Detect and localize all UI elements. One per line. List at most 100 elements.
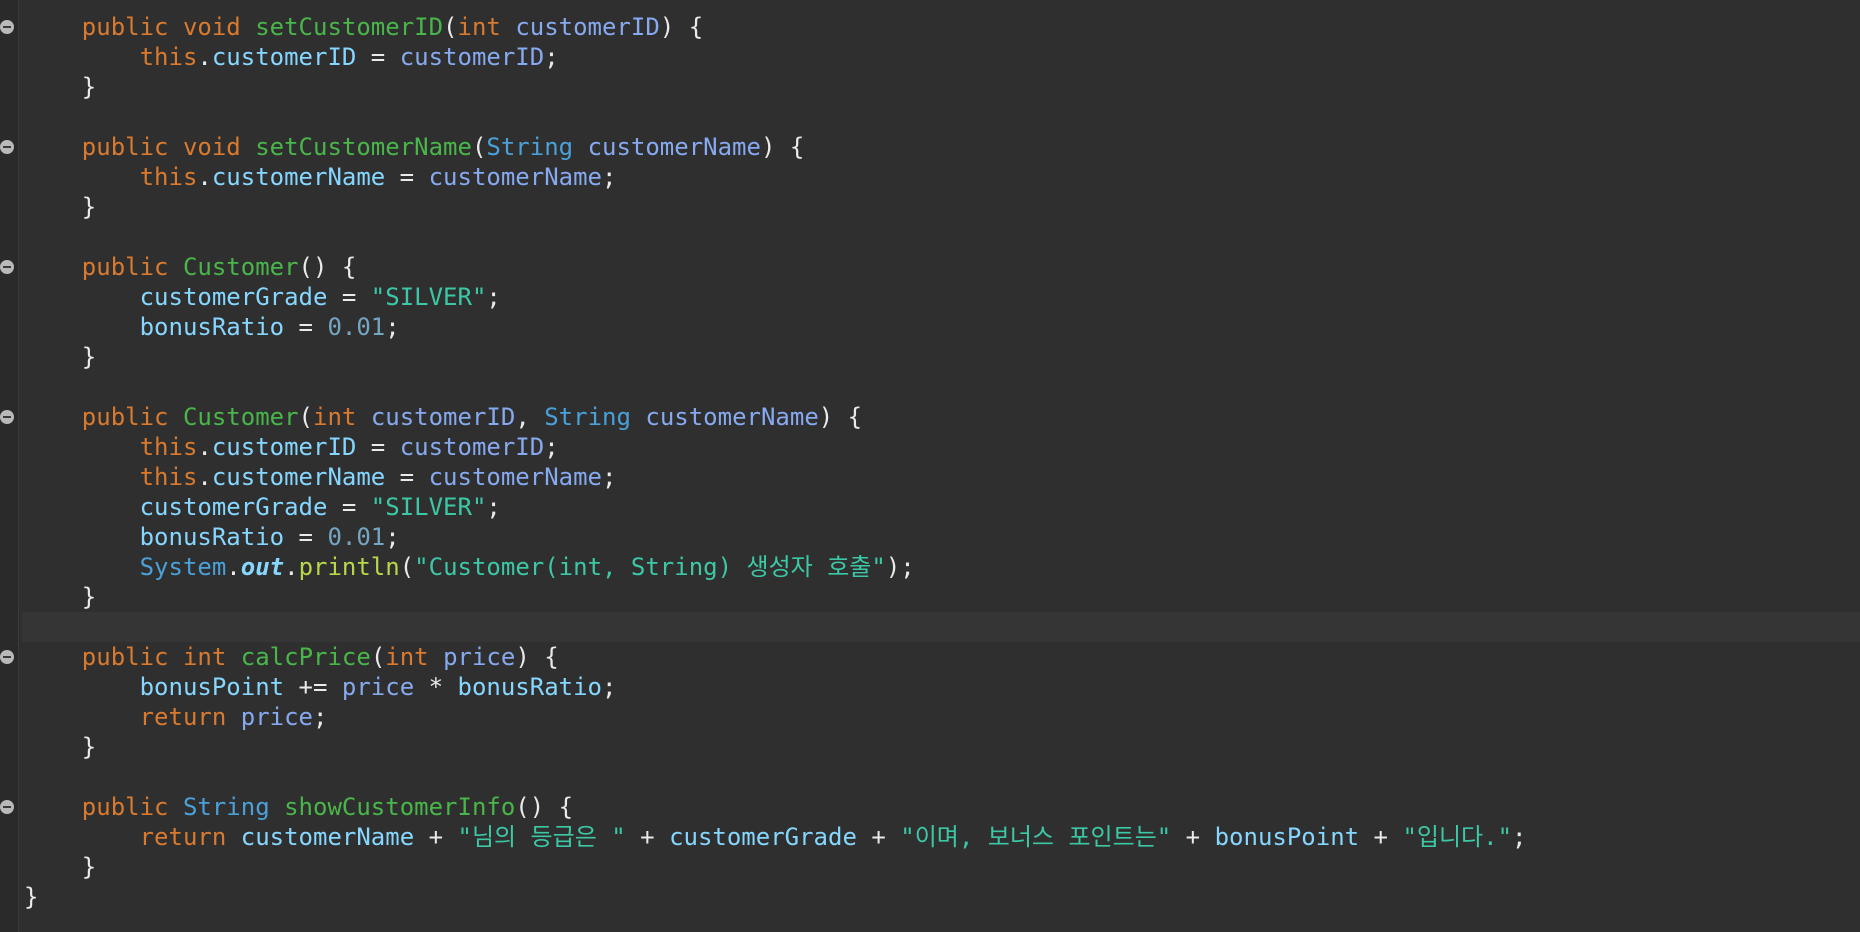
code-line[interactable]: this.customerID = customerID;	[24, 42, 1860, 72]
code-line[interactable]: return customerName + "님의 등급은 " + custom…	[24, 822, 1860, 852]
code-token: customerID	[211, 43, 357, 71]
fold-collapse-icon[interactable]	[0, 20, 14, 34]
code-token: int	[457, 13, 501, 41]
code-token: ;	[544, 43, 559, 71]
code-line[interactable]: }	[24, 192, 1860, 222]
code-line[interactable]	[24, 222, 1860, 252]
code-token: );	[885, 553, 915, 581]
code-line[interactable]: return price;	[24, 702, 1860, 732]
code-token: customerID	[370, 403, 516, 431]
code-line[interactable]: }	[24, 852, 1860, 882]
code-line[interactable]	[24, 372, 1860, 402]
fold-collapse-icon[interactable]	[0, 410, 14, 424]
code-line[interactable]: }	[24, 882, 1860, 912]
code-token: (	[471, 133, 487, 161]
code-line[interactable]: bonusPoint += price * bonusRatio;	[24, 672, 1860, 702]
code-token: out	[240, 553, 285, 581]
fold-collapse-icon[interactable]	[0, 650, 14, 664]
code-line[interactable]: }	[24, 342, 1860, 372]
code-line[interactable]: this.customerName = customerName;	[24, 162, 1860, 192]
code-token: customerName	[587, 133, 761, 161]
code-token: "SILVER"	[370, 493, 487, 521]
code-line[interactable]: this.customerID = customerID;	[24, 432, 1860, 462]
code-token: ) {	[515, 643, 559, 671]
code-line[interactable]: }	[24, 582, 1860, 612]
code-token: public	[81, 793, 169, 821]
code-editor[interactable]: public void setCustomerID(int customerID…	[0, 0, 1860, 932]
code-line[interactable]: customerGrade = "SILVER";	[24, 492, 1860, 522]
code-token: customerName	[211, 463, 386, 491]
code-token: customerID	[399, 43, 545, 71]
code-line[interactable]: customerGrade = "SILVER";	[24, 282, 1860, 312]
code-line[interactable]: bonusRatio = 0.01;	[24, 312, 1860, 342]
code-token: +	[1171, 823, 1215, 851]
code-line[interactable]: public int calcPrice(int price) {	[24, 642, 1860, 672]
code-token: .	[197, 43, 212, 71]
code-token: ;	[486, 493, 501, 521]
code-line[interactable]: }	[24, 732, 1860, 762]
code-line[interactable]	[24, 762, 1860, 792]
fold-collapse-icon[interactable]	[0, 140, 14, 154]
code-token: price	[341, 673, 415, 701]
code-token: 0.01	[327, 313, 386, 341]
fold-collapse-icon[interactable]	[0, 800, 14, 814]
code-token: ;	[602, 673, 617, 701]
code-token: =	[327, 283, 371, 311]
code-area[interactable]: public void setCustomerID(int customerID…	[22, 12, 1860, 912]
code-token: ) {	[760, 133, 805, 161]
code-line[interactable]: public void setCustomerName(String custo…	[24, 132, 1860, 162]
code-line[interactable]: }	[24, 72, 1860, 102]
code-line[interactable]: public String showCustomerInfo() {	[24, 792, 1860, 822]
code-line[interactable]: public Customer(int customerID, String c…	[24, 402, 1860, 432]
code-token: ;	[385, 313, 400, 341]
code-token: int	[385, 643, 429, 671]
code-token: +=	[284, 673, 342, 701]
code-token: public	[81, 133, 169, 161]
code-line[interactable]: System.out.println("Customer(int, String…	[24, 552, 1860, 582]
code-token: =	[385, 463, 429, 491]
code-token: ;	[313, 703, 328, 731]
code-line[interactable]: bonusRatio = 0.01;	[24, 522, 1860, 552]
code-line[interactable]: this.customerName = customerName;	[24, 462, 1860, 492]
code-token: "이며, 보너스 포인트는"	[900, 823, 1172, 851]
code-line[interactable]: public void setCustomerID(int customerID…	[24, 12, 1860, 42]
fold-collapse-icon[interactable]	[0, 260, 14, 274]
code-token: ) {	[818, 403, 863, 431]
code-token: customerName	[645, 403, 819, 431]
code-token: public	[81, 643, 169, 671]
code-token: System	[139, 553, 227, 581]
code-token: =	[356, 43, 400, 71]
code-token: this	[139, 43, 198, 71]
code-token: }	[24, 883, 39, 911]
code-token: }	[24, 583, 97, 611]
code-line[interactable]	[22, 612, 1860, 642]
code-token: String	[182, 793, 270, 821]
code-token: ;	[601, 163, 617, 191]
code-token: showCustomerInfo	[284, 793, 516, 821]
code-token: (	[298, 403, 313, 431]
code-token: *	[414, 673, 458, 701]
code-token: customerID	[399, 433, 545, 461]
code-token: (	[370, 643, 386, 671]
code-token: customerName	[240, 823, 415, 851]
code-token: String	[544, 403, 631, 431]
code-token: calcPrice	[240, 643, 371, 671]
code-token: price	[240, 703, 313, 731]
code-line[interactable]	[24, 102, 1860, 132]
code-token: () {	[298, 253, 357, 281]
code-line[interactable]: public Customer() {	[24, 252, 1860, 282]
